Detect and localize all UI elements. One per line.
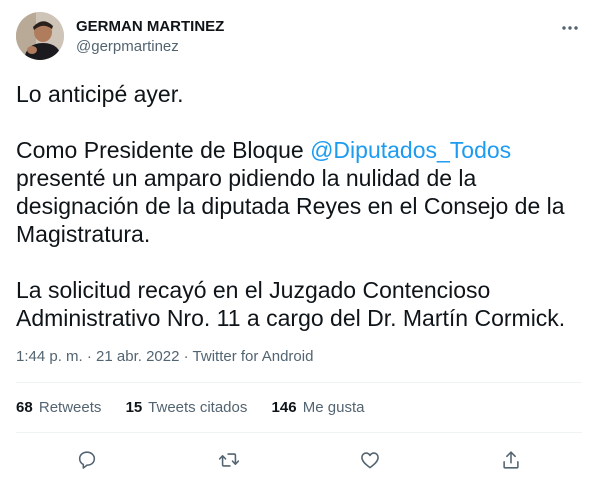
retweet-icon — [218, 453, 240, 467]
retweet-button[interactable] — [216, 447, 242, 473]
quotes-label: Tweets citados — [148, 399, 248, 416]
quotes-count: 15 — [125, 399, 143, 416]
retweets-count: 68 — [16, 399, 33, 416]
meta-separator: · — [82, 348, 97, 365]
more-options-button[interactable] — [558, 16, 582, 40]
meta-separator: · — [179, 348, 193, 365]
share-icon — [503, 451, 519, 469]
tweet-source[interactable]: Twitter for Android — [193, 348, 314, 365]
tweet-text-segment: presenté un amparo pidiendo la nulidad d… — [16, 165, 565, 247]
tweet-text-segment: Como Presidente de Bloque — [16, 137, 311, 163]
divider — [16, 432, 582, 433]
author-names: GERMAN MARTINEZ @gerpmartinez — [76, 18, 224, 56]
tweet-header: GERMAN MARTINEZ @gerpmartinez — [16, 12, 582, 60]
share-button[interactable] — [498, 447, 524, 473]
retweets-stat[interactable]: 68 Retweets — [16, 398, 101, 418]
reply-icon — [78, 451, 96, 469]
more-horizontal-icon — [562, 26, 578, 30]
tweet-stats: 68 Retweets 15 Tweets citados 146 Me gus… — [16, 398, 384, 418]
like-button[interactable] — [357, 447, 383, 473]
heart-icon — [361, 452, 379, 469]
tweet-line-1: Lo anticipé ayer. — [16, 81, 184, 107]
avatar[interactable] — [16, 12, 64, 60]
quotes-stat[interactable]: 15 Tweets citados — [126, 398, 248, 418]
tweet-paragraph-2: Como Presidente de Bloque @Diputados_Tod… — [16, 136, 582, 248]
likes-stat[interactable]: 146 Me gusta — [272, 398, 365, 418]
tweet-paragraph-3: La solicitud recayó en el Juzgado Conten… — [16, 277, 566, 331]
likes-label: Me gusta — [302, 399, 365, 416]
retweets-label: Retweets — [38, 399, 102, 416]
mention-link[interactable]: @Diputados_Todos — [310, 137, 511, 163]
tweet-text: Lo anticipé ayer. Como Presidente de Blo… — [16, 80, 582, 332]
reply-button[interactable] — [74, 447, 100, 473]
author-display-name[interactable]: GERMAN MARTINEZ — [76, 18, 224, 36]
action-bar — [16, 447, 582, 473]
tweet-date[interactable]: 21 abr. 2022 — [96, 348, 179, 365]
tweet-time[interactable]: 1:44 p. m. — [16, 348, 83, 365]
tweet-card: GERMAN MARTINEZ @gerpmartinez Lo anticip… — [0, 0, 598, 492]
divider — [16, 382, 582, 383]
tweet-meta: 1:44 p. m. · 21 abr. 2022 · Twitter for … — [16, 347, 313, 367]
likes-count: 146 — [271, 399, 297, 416]
author-handle[interactable]: @gerpmartinez — [76, 38, 224, 56]
avatar-image — [16, 12, 64, 60]
